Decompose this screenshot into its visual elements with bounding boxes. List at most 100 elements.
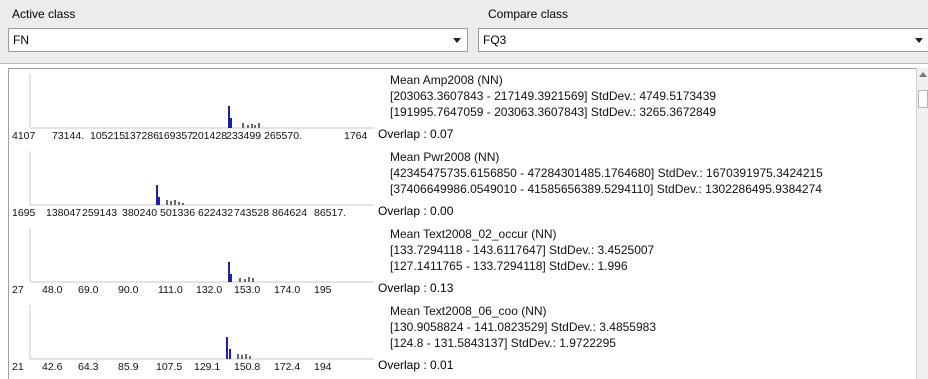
- compare-class-bar: [241, 355, 243, 359]
- active-class-bar: [226, 337, 228, 359]
- histogram-tick-labels: 4107 73144. 105215 137286 169357 201428 233499…: [12, 130, 377, 144]
- range-stat: [37406649986.0549010 - 41585656389.52941…: [390, 182, 822, 196]
- scroll-up-icon[interactable]: [919, 72, 927, 77]
- active-class-bar: [228, 106, 230, 128]
- tick-label: 194: [314, 361, 332, 373]
- compare-class-bar: [252, 278, 254, 282]
- compare-class-bar: [237, 354, 239, 359]
- active-class-bar: [158, 197, 160, 205]
- tick-label: 69.0: [78, 284, 99, 296]
- tick-label: 380240: [122, 207, 158, 219]
- feature-title: Mean Pwr2008 (NN): [390, 150, 500, 164]
- compare-class-bar: [251, 124, 253, 128]
- chevron-down-icon[interactable]: [915, 38, 923, 43]
- feature-entry[interactable]: 1695 138047 259143 380240 501336 622432 743528…: [8, 145, 914, 222]
- range-stat: [42345475735.6156850 - 47284301485.17646…: [390, 166, 823, 180]
- tick-label: 137286: [124, 130, 160, 142]
- tick-label: 195: [314, 284, 332, 296]
- tick-label: 90.0: [118, 284, 139, 296]
- range-stat: [130.9058824 - 141.0823529] StdDev.: 3.4…: [390, 320, 656, 334]
- active-class-bar: [230, 118, 232, 128]
- compare-class-bar: [254, 125, 256, 128]
- compare-class-bar: [244, 279, 246, 282]
- feature-stats: Mean Text2008_06_coo (NN) [130.9058824 - …: [390, 303, 910, 351]
- tick-label: 174.0: [274, 284, 301, 296]
- scrollbar-thumb[interactable]: [918, 90, 928, 108]
- feature-entry[interactable]: 27 48.0 69.0 90.0 111.0 132.0 153.0 174.0 195 Mea…: [8, 222, 914, 299]
- tick-label: 153.0: [234, 284, 261, 296]
- compare-class-value: FQ3: [483, 33, 507, 47]
- active-class-bar: [228, 262, 230, 282]
- range-stat: [203063.3607843 - 217149.3921569] StdDev…: [390, 89, 717, 103]
- tick-label: 129.1: [194, 361, 221, 373]
- tick-label: 259143: [82, 207, 118, 219]
- compare-class-dropdown[interactable]: FQ3: [478, 28, 928, 52]
- tick-label: 150.8: [234, 361, 261, 373]
- feature-title: Mean Amp2008 (NN): [390, 73, 503, 87]
- vertical-scrollbar[interactable]: [916, 68, 928, 379]
- tick-label: 138047: [46, 207, 82, 219]
- active-class-bar: [230, 274, 232, 282]
- histogram-tick-labels: 27 48.0 69.0 90.0 111.0 132.0 153.0 174.0 195: [12, 284, 377, 298]
- compare-class-bar: [249, 356, 251, 359]
- tick-label: 85.9: [118, 361, 139, 373]
- tick-label: 64.3: [78, 361, 99, 373]
- range-stat: [191995.7647059 - 203063.3607843] StdDev…: [390, 105, 717, 119]
- tick-label: 4107: [12, 130, 36, 142]
- range-stat: [133.7294118 - 143.6117647] StdDev.: 3.4…: [390, 243, 655, 257]
- overlap-value: Overlap : 0.13: [376, 280, 456, 296]
- compare-class-bar: [245, 354, 247, 359]
- compare-class-bar: [247, 125, 249, 128]
- histogram-tick-labels: 1695 138047 259143 380240 501336 622432 743528…: [12, 207, 377, 221]
- class-selection-panel: Active class FN Compare class FQ3: [0, 0, 928, 64]
- histogram-chart: 21 42.6 64.3 85.9 107.5 129.1 150.8 172.4 194: [8, 299, 378, 376]
- compare-class-bar: [239, 278, 241, 282]
- tick-label: 265570.: [264, 130, 302, 142]
- histogram-chart: 1695 138047 259143 380240 501336 622432 743528…: [8, 145, 378, 222]
- compare-class-bar: [170, 201, 172, 205]
- compare-class-bar: [258, 123, 260, 128]
- tick-label: 105215: [90, 130, 126, 142]
- histogram-tick-labels: 21 42.6 64.3 85.9 107.5 129.1 150.8 172.4 194: [12, 361, 377, 375]
- active-class-bar: [229, 349, 231, 359]
- tick-label: 864624: [272, 207, 308, 219]
- tick-label: 111.0: [158, 284, 183, 296]
- feature-stats: Mean Amp2008 (NN) [203063.3607843 - 21714…: [390, 72, 910, 120]
- range-stat: [127.1411765 - 133.7294118] StdDev.: 1.9…: [390, 259, 628, 273]
- tick-label: 132.0: [196, 284, 223, 296]
- compare-class-bar: [166, 200, 168, 205]
- compare-class-bar: [178, 202, 180, 205]
- tick-label: 1764: [344, 130, 368, 142]
- tick-label: 21: [12, 361, 24, 373]
- tick-label: 172.4: [274, 361, 301, 373]
- feature-entry[interactable]: 4107 73144. 105215 137286 169357 201428 233499…: [8, 68, 914, 145]
- active-class-label: Active class: [12, 7, 76, 21]
- chevron-down-icon[interactable]: [453, 38, 461, 43]
- tick-label: 27: [12, 284, 24, 296]
- feature-entry[interactable]: 21 42.6 64.3 85.9 107.5 129.1 150.8 172.4 194 Mea…: [8, 299, 914, 376]
- tick-label: 1695: [12, 207, 36, 219]
- tick-label: 201428: [192, 130, 228, 142]
- range-stat: [124.8 - 131.5843137] StdDev.: 1.9722295: [390, 336, 616, 350]
- compare-class-bar: [242, 123, 244, 128]
- compare-class-label: Compare class: [488, 7, 569, 21]
- tick-label: 86517.: [314, 207, 347, 219]
- overlap-value: Overlap : 0.07: [376, 126, 456, 142]
- active-class-bar: [156, 185, 158, 205]
- tick-label: 743528: [234, 207, 270, 219]
- histogram-chart: 27 48.0 69.0 90.0 111.0 132.0 153.0 174.0 195: [8, 222, 378, 299]
- tick-label: 622432: [198, 207, 234, 219]
- tick-label: 169357: [158, 130, 194, 142]
- compare-class-bar: [174, 200, 176, 205]
- compare-class-bar: [248, 277, 250, 282]
- tick-label: 501336: [160, 207, 196, 219]
- feature-title: Mean Text2008_02_occur (NN): [390, 227, 557, 241]
- compare-class-bar: [182, 203, 184, 205]
- overlap-value: Overlap : 0.00: [376, 203, 456, 219]
- histogram-chart: 4107 73144. 105215 137286 169357 201428 233499…: [8, 68, 378, 145]
- tick-label: 233499: [226, 130, 262, 142]
- tick-label: 107.5: [156, 361, 183, 373]
- active-class-dropdown[interactable]: FN: [8, 28, 468, 52]
- overlap-value: Overlap : 0.01: [376, 357, 456, 373]
- feature-stats: Mean Pwr2008 (NN) [42345475735.6156850 - …: [390, 149, 910, 197]
